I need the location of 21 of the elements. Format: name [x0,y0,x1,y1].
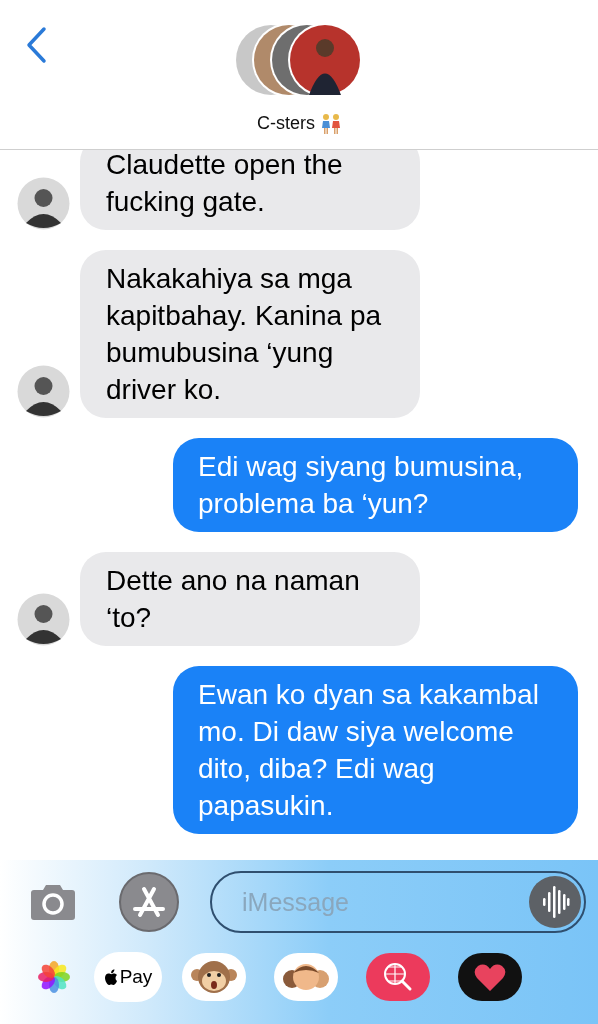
avatar [17,177,70,230]
received-message: Dette ano na naman ‘to? [80,552,420,646]
avatar [17,593,70,646]
apple-logo-icon [103,968,118,986]
conversation-title: C-sters [257,112,315,135]
avatar [17,365,70,418]
monkey-face-icon[interactable] [182,953,246,1001]
web-search-icon[interactable] [366,953,430,1001]
back-chevron-icon[interactable] [24,26,48,64]
received-message: Claudette open the fucking gate. [80,150,420,230]
sent-message: Ewan ko dyan sa kakambal mo. Di daw siya welcome dito, diba? Edi wag papasukin. [173,666,578,834]
photos-icon[interactable] [38,961,70,993]
two-figures-icon [321,112,341,135]
apple-pay-button[interactable]: Pay [94,952,162,1002]
voice-waveform-icon[interactable] [529,876,581,928]
received-message: Nakakahiya sa mga kapitbahay. Kanina pa bumubusina ‘yung driver ko. [80,250,420,418]
sent-message: Edi wag siyang bumusina, problema ba ‘yun? [173,438,578,532]
camera-icon[interactable] [30,883,76,921]
memoji-group-icon[interactable] [274,953,338,1001]
message-input[interactable]: iMessage [210,871,586,933]
app-store-icon[interactable] [118,871,180,933]
